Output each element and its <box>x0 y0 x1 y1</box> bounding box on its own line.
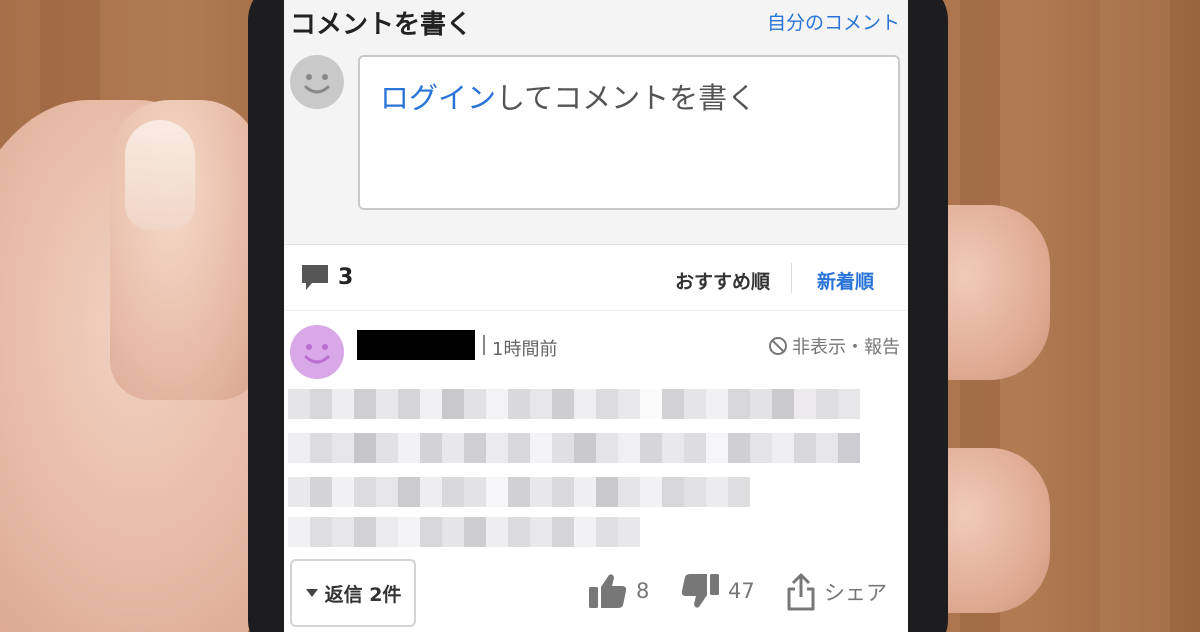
redacted-username <box>357 330 475 360</box>
comment-count-value: 3 <box>338 264 354 290</box>
login-link[interactable]: ログイン <box>380 81 496 115</box>
timestamp-divider <box>483 335 485 355</box>
comment-input[interactable]: ログインしてコメントを書く <box>358 55 900 210</box>
mosaic-row <box>288 389 860 419</box>
commenter-avatar-face-icon <box>290 325 344 379</box>
comment-input-placeholder: してコメントを書く <box>496 81 757 115</box>
sort-divider <box>791 263 792 293</box>
user-avatar <box>290 55 344 109</box>
compose-title: コメントを書く <box>290 10 473 40</box>
commenter-avatar <box>290 325 344 379</box>
background-wood-stripe <box>1100 0 1170 632</box>
show-replies-label: 返信 2件 <box>324 583 402 606</box>
speech-bubble-icon <box>302 265 328 290</box>
hide-report-label: 非表示・報告 <box>792 337 900 358</box>
dislike-button[interactable]: 47 <box>680 573 755 609</box>
mosaic-row <box>288 477 750 507</box>
show-replies-button[interactable]: 返信 2件 <box>290 559 416 627</box>
like-button[interactable]: 8 <box>588 573 649 609</box>
thumbs-down-icon <box>681 574 719 608</box>
mosaic-row <box>288 433 860 463</box>
sort-recommended-tab[interactable]: おすすめ順 <box>675 267 770 294</box>
sort-bar: 3 おすすめ順 新着順 <box>284 245 908 311</box>
default-avatar-face-icon <box>290 55 344 109</box>
my-comments-link[interactable]: 自分のコメント <box>767 8 900 35</box>
sort-newest-tab[interactable]: 新着順 <box>817 267 874 294</box>
like-count: 8 <box>636 579 650 603</box>
comment-timestamp: 1時間前 <box>492 339 558 360</box>
prohibited-icon <box>769 337 787 355</box>
thumbs-up-icon <box>589 574 627 608</box>
share-icon <box>787 573 815 611</box>
comment-item: 1時間前 非表示・報告 返信 2件 8 47 シェア <box>284 311 908 632</box>
phone-screen: コメントを書く 自分のコメント ログインしてコメントを書く 3 おすすめ順 新着… <box>284 0 908 632</box>
dislike-count: 47 <box>728 579 755 603</box>
thumb-nail <box>125 120 195 230</box>
hide-report-button[interactable]: 非表示・報告 <box>768 333 900 359</box>
share-label: シェア <box>824 581 887 605</box>
share-button[interactable]: シェア <box>786 573 887 611</box>
pixelated-comment-body <box>288 389 888 549</box>
mosaic-row <box>288 517 640 547</box>
comment-count: 3 <box>300 263 353 291</box>
caret-down-icon <box>305 589 318 597</box>
comment-compose-section: コメントを書く 自分のコメント ログインしてコメントを書く <box>284 0 908 245</box>
